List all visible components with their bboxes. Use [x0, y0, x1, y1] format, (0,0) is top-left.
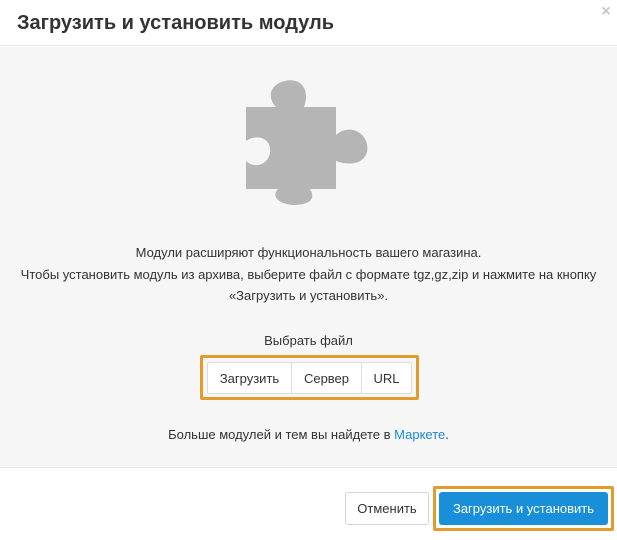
marketplace-hint: Больше модулей и тем вы найдете в Маркет…: [0, 427, 617, 442]
description-line-1: Модули расширяют функциональность вашего…: [135, 245, 482, 260]
choose-file-label: Выбрать файл: [264, 333, 353, 348]
close-icon[interactable]: ×: [598, 4, 614, 20]
upload-option-button[interactable]: Загрузить: [207, 362, 292, 394]
file-source-segmented-control: Загрузить Сервер URL: [207, 362, 412, 394]
description-text: Модули расширяют функциональность вашего…: [0, 242, 617, 307]
submit-highlight: Загрузить и установить: [433, 486, 614, 531]
dialog-footer: Отменить Загрузить и установить: [0, 467, 617, 540]
file-source-highlight: Загрузить Сервер URL: [200, 355, 419, 400]
cancel-button[interactable]: Отменить: [345, 492, 429, 525]
description-line-3: «Загрузить и установить».: [228, 288, 389, 303]
server-option-button[interactable]: Сервер: [292, 362, 362, 394]
dialog-title: Загрузить и установить модуль: [17, 12, 335, 34]
upload-module-dialog: Загрузить и установить модуль × Модули р…: [0, 0, 617, 540]
marketplace-hint-suffix: .: [445, 427, 449, 442]
marketplace-link[interactable]: Маркете: [394, 427, 445, 442]
puzzle-piece-icon: [246, 80, 368, 205]
upload-and-install-button[interactable]: Загрузить и установить: [439, 492, 608, 525]
dialog-header: Загрузить и установить модуль ×: [0, 0, 617, 46]
dialog-body: Модули расширяют функциональность вашего…: [0, 47, 617, 467]
url-option-button[interactable]: URL: [362, 362, 412, 394]
marketplace-hint-text: Больше модулей и тем вы найдете в: [168, 427, 395, 442]
description-line-2: Чтобы установить модуль из архива, выбер…: [20, 266, 597, 282]
